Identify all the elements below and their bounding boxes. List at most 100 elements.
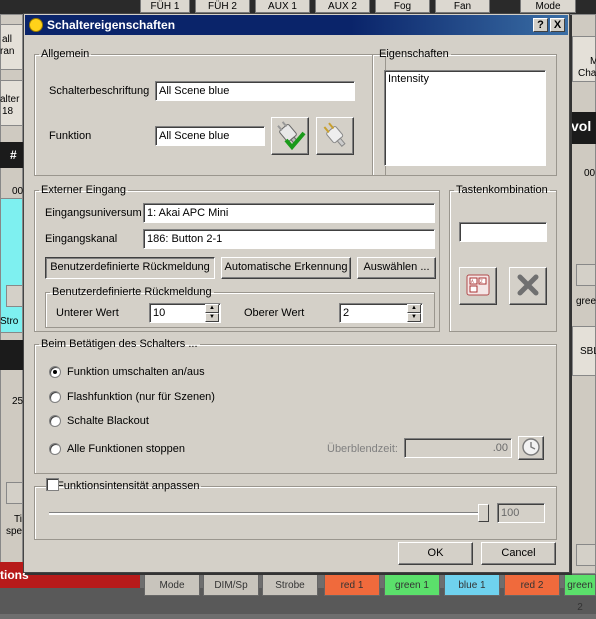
cancel-button[interactable]: Cancel: [481, 542, 556, 565]
function-label: Funktion: [49, 130, 92, 142]
bg-left-value: 00: [12, 186, 24, 197]
bg-18-text: 18: [2, 106, 14, 117]
general-group: Allgemein: [34, 48, 386, 176]
bg-tab-fan[interactable]: Fan: [435, 0, 490, 13]
bg-tab-aux1[interactable]: AUX 1: [255, 0, 310, 13]
switch-properties-dialog: Schaltereigenschaften ? X Allgemein Scha…: [23, 13, 570, 573]
fade-time-input[interactable]: .00: [404, 438, 512, 458]
choose-input-button[interactable]: Auswählen ...: [357, 257, 436, 279]
detach-function-button[interactable]: [316, 117, 354, 155]
upper-value-spin-arrows[interactable]: ▲ ▼: [407, 304, 421, 322]
lower-value-spin-arrows[interactable]: ▲ ▼: [205, 304, 219, 322]
function-input[interactable]: All Scene blue: [155, 126, 265, 146]
caption-label: Schalterbeschriftung: [49, 85, 150, 97]
keyboard-icon: A Z: [466, 274, 490, 296]
key-combination-legend: Tastenkombination: [456, 184, 548, 196]
bg-right-fader-knob[interactable]: [576, 264, 596, 286]
bg-tab-fuh1[interactable]: FÜH 1: [140, 0, 190, 13]
stop-all-label[interactable]: Alle Funktionen stoppen: [67, 443, 185, 455]
intensity-slider-thumb[interactable]: [478, 504, 489, 522]
upper-value-text: 2: [343, 307, 350, 319]
bg-tab-fog[interactable]: Fog: [375, 0, 430, 13]
bg-sbl-text: SBL: [580, 346, 596, 357]
bg-bottom-button[interactable]: green 1: [384, 574, 440, 596]
bg-gree-text: gree: [576, 296, 596, 307]
general-legend: Allgemein: [41, 48, 90, 60]
bg-right-panel: [570, 14, 596, 574]
bg-hash-text: #: [10, 148, 17, 162]
bg-tab-fuh2[interactable]: FÜH 2: [195, 0, 250, 13]
universe-label: Eingangsuniversum: [45, 207, 142, 219]
bg-left-value-2: 25: [12, 396, 24, 407]
lower-value-text: 10: [153, 307, 166, 319]
bg-bottom-button[interactable]: red 2: [504, 574, 560, 596]
bg-tab-aux2[interactable]: AUX 2: [315, 0, 370, 13]
properties-legend: Eigenschaften: [379, 48, 449, 60]
blackout-label[interactable]: Schalte Blackout: [67, 415, 149, 427]
channel-label: Eingangskanal: [45, 233, 118, 245]
delete-x-icon: [517, 274, 539, 296]
key-combination-group: Tastenkombination: [449, 184, 557, 332]
custom-feedback-button[interactable]: Benutzerdefinierte Rückmeldung: [45, 257, 215, 279]
bg-bottom-button[interactable]: Strobe: [262, 574, 318, 596]
lower-value-label: Unterer Wert: [56, 307, 119, 319]
external-input-legend: Externer Eingang: [41, 184, 126, 196]
properties-list-item[interactable]: Intensity: [388, 73, 542, 85]
stop-all-radio[interactable]: [49, 443, 61, 455]
fade-time-label: Überblendzeit:: [327, 443, 398, 455]
bg-spe-text: spe: [6, 526, 23, 537]
bg-vol-text: vol: [571, 118, 592, 134]
custom-feedback-legend: Benutzerdefinierte Rückmeldung: [52, 286, 212, 298]
plug-check-icon: [277, 121, 306, 151]
ok-button[interactable]: OK: [398, 542, 473, 565]
intensity-slider-track[interactable]: [49, 512, 489, 515]
bg-bottom-button[interactable]: blue 1: [444, 574, 500, 596]
channel-input[interactable]: 186: Button 2-1: [143, 229, 435, 249]
bg-all-text: all: [2, 34, 13, 45]
intensity-checkbox[interactable]: [46, 478, 59, 491]
attach-function-button[interactable]: [271, 117, 309, 155]
auto-detect-button[interactable]: Automatische Erkennung: [221, 257, 351, 279]
svg-text:A: A: [471, 279, 474, 284]
flash-function-radio[interactable]: [49, 391, 61, 403]
flash-function-label[interactable]: Flashfunktion (nur für Szenen): [67, 391, 215, 403]
upper-value-spinbox[interactable]: 2 ▲ ▼: [339, 303, 423, 323]
universe-input[interactable]: 1: Akai APC Mini: [143, 203, 435, 223]
toggle-function-radio[interactable]: [49, 366, 61, 378]
caption-input[interactable]: All Scene blue: [155, 81, 355, 101]
bg-tab-mode[interactable]: Mode: [520, 0, 576, 13]
bg-stro-text: Stro: [0, 316, 19, 327]
bg-right-value: 00: [584, 168, 596, 179]
fade-time-button[interactable]: [518, 436, 544, 460]
bg-left-cyan-fader[interactable]: [0, 198, 23, 333]
bg-bottom-button[interactable]: green 2: [564, 574, 596, 613]
bg-left-dark-bar: [0, 340, 23, 370]
svg-text:Z: Z: [480, 279, 483, 284]
clock-icon: [522, 438, 540, 456]
on-press-legend: Beim Betätigen des Schalters ...: [41, 338, 198, 350]
help-button[interactable]: ?: [533, 18, 548, 32]
intensity-value-input[interactable]: 100: [497, 503, 545, 523]
bg-m-text: M: [590, 56, 596, 67]
blackout-radio[interactable]: [49, 415, 61, 427]
intensity-legend: Funktionsintensität anpassen: [57, 480, 200, 492]
bg-bottom-button[interactable]: Mode: [144, 574, 200, 596]
lower-value-spinbox[interactable]: 10 ▲ ▼: [149, 303, 221, 323]
bg-right-fader-knob-2[interactable]: [576, 544, 596, 566]
bg-cha-text: Cha: [578, 68, 596, 79]
dialog-title: Schaltereigenschaften: [47, 18, 176, 32]
attach-key-button[interactable]: A Z: [459, 267, 497, 305]
toggle-function-label[interactable]: Funktion umschalten an/aus: [67, 366, 205, 378]
bg-alter-text: alter: [0, 94, 20, 105]
bg-left-fader-knob-2[interactable]: [6, 482, 23, 504]
app-logo-icon: [29, 18, 43, 32]
key-combination-input[interactable]: [459, 222, 547, 242]
remove-key-button[interactable]: [509, 267, 547, 305]
close-button[interactable]: X: [550, 18, 565, 32]
properties-list[interactable]: Intensity: [384, 70, 546, 166]
bg-bottom-button[interactable]: red 1: [324, 574, 380, 596]
bg-left-fader-knob[interactable]: [6, 285, 23, 307]
plug-icon: [323, 122, 346, 147]
bg-bottom-button[interactable]: DIM/Sp: [203, 574, 259, 596]
dialog-titlebar[interactable]: Schaltereigenschaften ? X: [25, 15, 568, 35]
